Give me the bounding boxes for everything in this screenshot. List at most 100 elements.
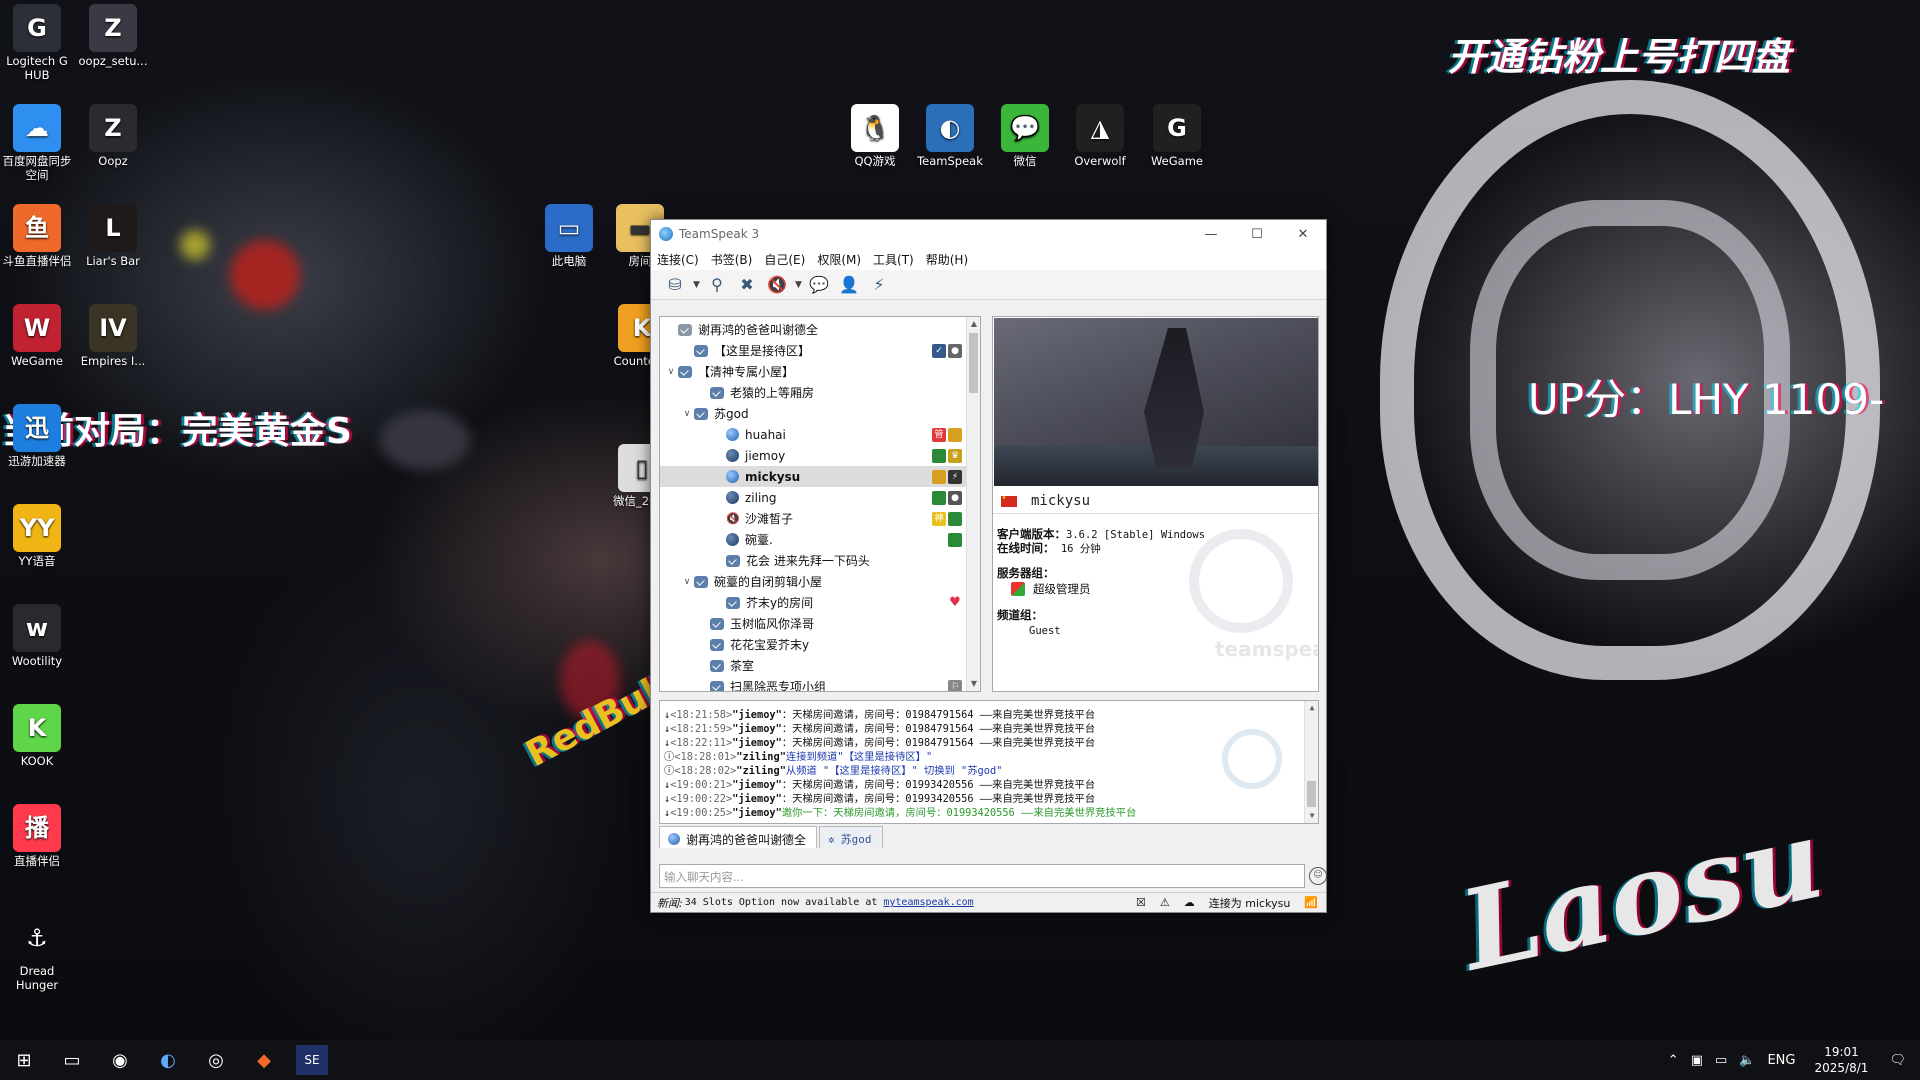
douyu-icon[interactable]: ◆	[240, 1040, 288, 1080]
tree-user[interactable]: jiemoy ♛	[660, 445, 966, 466]
tree-user[interactable]: mickysu ⚡	[660, 466, 966, 487]
tree-user[interactable]: huahai 管	[660, 424, 966, 445]
tree-server[interactable]: 谢再鸿的爸爸叫谢德全	[660, 319, 966, 340]
warning-icon[interactable]: ⚠	[1160, 896, 1170, 909]
obs-icon[interactable]: ◎	[192, 1040, 240, 1080]
desktop-icon[interactable]: G WeGame	[1140, 100, 1214, 168]
whisper-icon[interactable]: ⚡	[867, 273, 891, 297]
menu-connections[interactable]: 连接(C)	[657, 251, 707, 268]
tree-channel[interactable]: ∨ 碗薹的自闭剪辑小屋	[660, 571, 966, 592]
input-language[interactable]: ENG	[1767, 1053, 1795, 1068]
tree-user[interactable]: 🔇 沙滩皙子 神	[660, 508, 966, 529]
desktop-icon[interactable]: W WeGame	[0, 300, 74, 368]
desktop-icon[interactable]: 鱼斗鱼直播伴侣	[0, 200, 74, 268]
chat-scrollbar[interactable]: ▲ ▼	[1304, 701, 1318, 823]
chat-user[interactable]: "ziling"	[736, 765, 786, 777]
chevron-down-icon[interactable]: ∨	[664, 367, 678, 377]
display-icon[interactable]: ▭	[1715, 1053, 1727, 1068]
chat-user[interactable]: "jiemoy"	[732, 709, 782, 721]
chevron-down-icon[interactable]: ▼	[795, 280, 803, 290]
news-link[interactable]: myteamspeak.com	[883, 897, 973, 908]
tree-label: mickysu	[745, 469, 801, 484]
clock[interactable]: 19:01 2025/8/1	[1801, 1044, 1881, 1076]
chevron-down-icon[interactable]: ∨	[680, 577, 694, 587]
menu-permissions[interactable]: 权限(M)	[817, 251, 869, 268]
menu-tools[interactable]: 工具(T)	[873, 251, 922, 268]
desktop-icon[interactable]: L Liar's Bar	[76, 200, 150, 268]
tree-channel[interactable]: 花会 进来先拜一下码头	[660, 550, 966, 571]
scroll-down-icon[interactable]: ▼	[1305, 809, 1318, 823]
chat-user[interactable]: "jiemoy"	[732, 723, 782, 735]
mute-microphone-icon[interactable]: ✖	[735, 273, 759, 297]
steam-icon[interactable]: ◉	[96, 1040, 144, 1080]
desktop-icon[interactable]: 迅迅游加速器	[0, 400, 74, 468]
network-icon[interactable]: ▣	[1691, 1053, 1703, 1068]
task-view-icon[interactable]: ▭	[48, 1040, 96, 1080]
tree-channel[interactable]: 花花宝爱芥末y	[660, 634, 966, 655]
mute-speakers-icon[interactable]: 🔇	[765, 273, 789, 297]
tree-channel[interactable]: 【这里是接待区】 ✓ ●	[660, 340, 966, 361]
desktop-icon[interactable]: IV Empires I...	[76, 300, 150, 368]
tree-channel[interactable]: 玉树临风你泽哥	[660, 613, 966, 634]
desktop-icon[interactable]: 🐧 QQ游戏	[838, 100, 912, 168]
minimize-button[interactable]: —	[1188, 220, 1234, 248]
away-icon[interactable]: 💬	[807, 273, 831, 297]
contacts-icon[interactable]: 👤	[837, 273, 861, 297]
tab-channel[interactable]: ✲ 苏god	[819, 826, 883, 848]
desktop-icon[interactable]: Zoopz_setu...	[76, 0, 150, 68]
menu-bookmarks[interactable]: 书签(B)	[711, 251, 761, 268]
chat-user[interactable]: "jiemoy"	[732, 807, 782, 819]
chat-user[interactable]: "jiemoy"	[732, 779, 782, 791]
chat-input[interactable]: 输入聊天内容...	[659, 864, 1305, 888]
windows-start-icon[interactable]: ⊞	[0, 1040, 48, 1080]
tree-user[interactable]: 碗薹.	[660, 529, 966, 550]
se-app-icon[interactable]: SE	[296, 1045, 328, 1075]
wifi-icon[interactable]: 📶	[1304, 896, 1318, 909]
desktop-icon[interactable]: ☁ 百度网盘同步空间	[0, 100, 74, 182]
chat-user[interactable]: "jiemoy"	[732, 793, 782, 805]
desktop-icon[interactable]: ◐ TeamSpeak	[913, 100, 987, 168]
title-bar[interactable]: TeamSpeak 3 — ☐ ✕	[651, 220, 1326, 248]
desktop-icon[interactable]: YY YY语音	[0, 500, 74, 568]
chevron-down-icon[interactable]: ∨	[680, 409, 694, 419]
tree-channel[interactable]: 芥末y的房间 ♥	[660, 592, 966, 613]
maximize-button[interactable]: ☐	[1234, 220, 1280, 248]
close-news-icon[interactable]: ☒	[1136, 896, 1146, 909]
desktop-icon[interactable]: 播直播伴侣	[0, 800, 74, 868]
volume-icon[interactable]: 🔈	[1739, 1053, 1755, 1068]
teamspeak-icon[interactable]: ◐	[144, 1040, 192, 1080]
chat-user[interactable]: "ziling"	[736, 751, 786, 763]
desktop-icon[interactable]: Z Oopz	[76, 100, 150, 168]
close-button[interactable]: ✕	[1280, 220, 1326, 248]
desktop-icon[interactable]: w Wootility	[0, 600, 74, 668]
scroll-up-icon[interactable]: ▲	[967, 317, 980, 331]
tree-channel[interactable]: 老猿的上等厢房	[660, 382, 966, 403]
tree-channel[interactable]: 扫黑除恶专项小组 ⚐	[660, 676, 966, 691]
tree-channel[interactable]: ∨ 苏god	[660, 403, 966, 424]
menu-self[interactable]: 自己(E)	[764, 251, 813, 268]
desktop-icon[interactable]: ⚓ Dread Hunger	[0, 910, 74, 992]
tree-user[interactable]: ziling ●	[660, 487, 966, 508]
scroll-up-icon[interactable]: ▲	[1305, 701, 1318, 715]
scroll-down-icon[interactable]: ▼	[967, 677, 980, 691]
desktop-icon[interactable]: 💬 微信	[988, 100, 1062, 168]
connect-icon[interactable]: ⛁	[663, 273, 687, 297]
chevron-down-icon[interactable]: ▼	[693, 280, 701, 290]
tree-channel[interactable]: ∨ 【清神专属小屋】	[660, 361, 966, 382]
menu-help[interactable]: 帮助(H)	[926, 251, 976, 268]
chat-user[interactable]: "jiemoy"	[732, 737, 782, 749]
chat-log[interactable]: ↓<18:21:58>"jiemoy"：天梯房间邀请，房间号：019847915…	[659, 700, 1319, 824]
desktop-icon[interactable]: G Logitech G HUB	[0, 0, 74, 82]
chevron-up-icon[interactable]: ⌃	[1668, 1053, 1679, 1068]
tree-channel[interactable]: 茶室	[660, 655, 966, 676]
desktop-icon[interactable]: K KOOK	[0, 700, 74, 768]
tab-server[interactable]: 谢再鸿的爸爸叫谢德全	[659, 826, 818, 848]
cloud-icon[interactable]: ☁	[1184, 896, 1195, 909]
tree-scrollbar[interactable]: ▲ ▼	[966, 317, 980, 691]
notification-icon[interactable]: 🗨	[1889, 1053, 1906, 1068]
desktop-icon[interactable]: ◮ Overwolf	[1063, 100, 1137, 168]
disconnect-icon[interactable]: ⚲	[705, 273, 729, 297]
desktop-icon[interactable]: ▭ 此电脑	[532, 200, 606, 268]
emoji-icon[interactable]: ☺	[1309, 867, 1327, 885]
tree-label: 玉树临风你泽哥	[730, 617, 815, 631]
